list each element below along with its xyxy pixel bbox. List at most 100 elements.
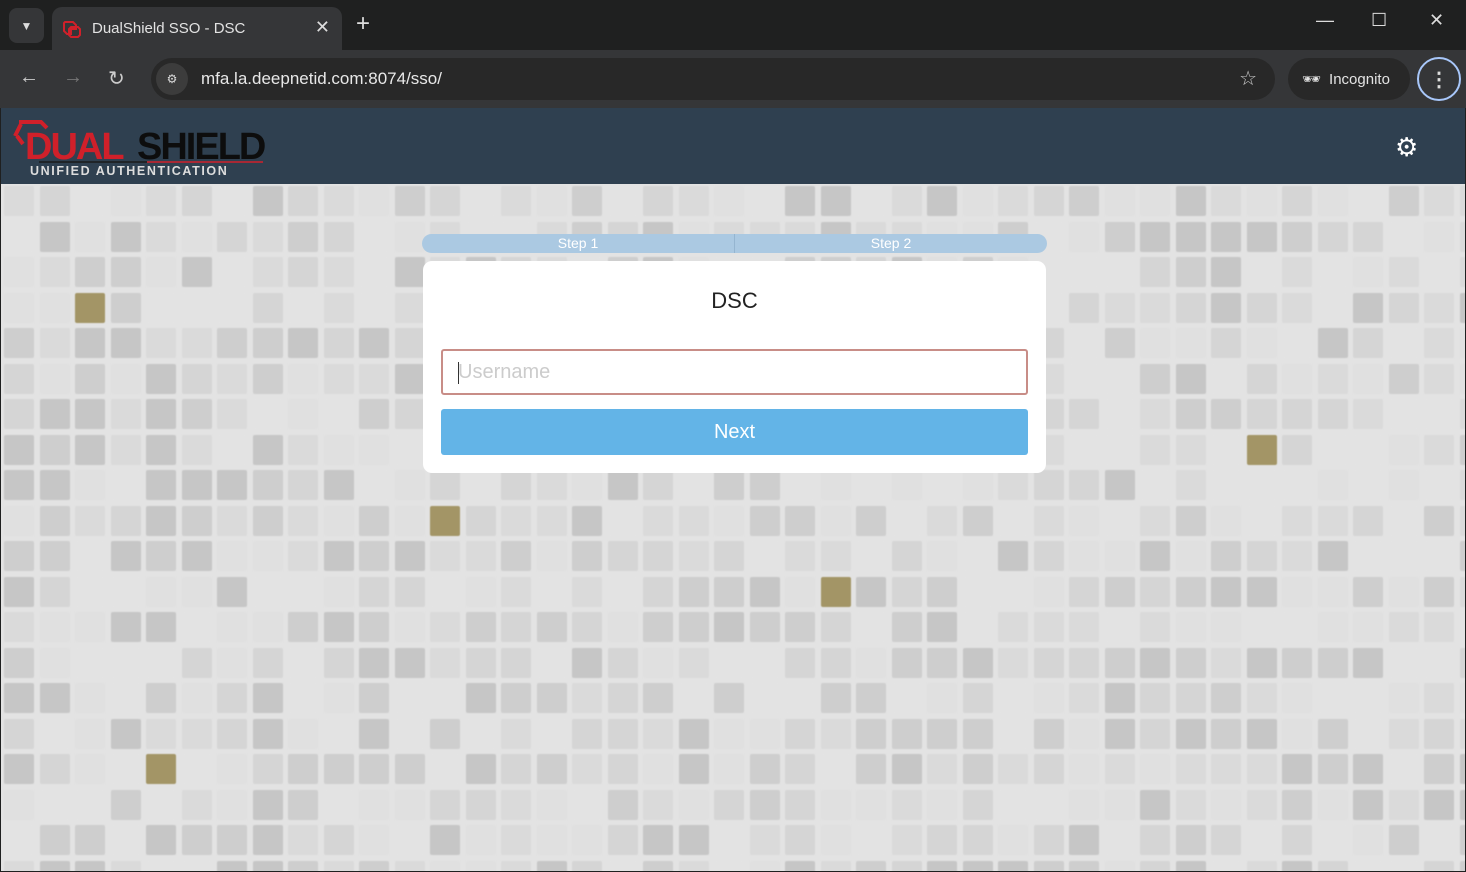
- browser-menu-button[interactable]: ⋮: [1417, 57, 1461, 101]
- minimize-button[interactable]: —: [1316, 10, 1334, 31]
- background-tile: [927, 576, 957, 607]
- background-tile: [1033, 576, 1064, 607]
- background-tile: [1246, 576, 1277, 607]
- background-tile: [856, 470, 886, 500]
- background-tile: [359, 292, 389, 323]
- background-tile: [820, 470, 851, 500]
- background-tile: [1140, 754, 1170, 784]
- background-tile: [252, 505, 283, 536]
- background-tile: [1246, 292, 1277, 323]
- settings-gear-icon[interactable]: ⚙: [1395, 134, 1418, 160]
- background-tile: [39, 434, 70, 465]
- background-tile: [288, 683, 318, 713]
- tab-search-button[interactable]: ▼: [9, 8, 44, 43]
- close-tab-icon[interactable]: ✕: [315, 17, 330, 38]
- background-tile: [714, 612, 744, 642]
- background-tile: [678, 541, 709, 571]
- background-tile: [1424, 505, 1454, 536]
- browser-tab[interactable]: DualShield SSO - DSC ✕: [52, 7, 342, 50]
- background-tile: [1388, 434, 1419, 465]
- background-tile: [181, 718, 212, 749]
- background-tile: [359, 576, 389, 607]
- background-tile: [252, 470, 283, 500]
- background-tile: [1104, 718, 1135, 749]
- background-tile: [998, 470, 1028, 500]
- reload-button[interactable]: ↻: [108, 66, 125, 91]
- background-tile: [749, 576, 780, 607]
- background-tile: [749, 683, 780, 713]
- bookmark-star-icon[interactable]: ☆: [1239, 66, 1257, 91]
- background-tile: [1282, 399, 1312, 429]
- background-tile: [1104, 257, 1135, 287]
- background-tile: [1033, 612, 1064, 642]
- background-tile: [1069, 825, 1099, 855]
- background-tile: [110, 576, 141, 607]
- new-tab-button[interactable]: +: [356, 10, 370, 38]
- background-tile: [465, 718, 496, 749]
- background-tile: [749, 789, 780, 820]
- background-tile: [181, 328, 212, 358]
- dualshield-logo: DUAL SHIELD UNIFIED AUTHENTICATION: [13, 120, 266, 178]
- background-tile: [962, 789, 993, 820]
- background-tile: [146, 754, 176, 784]
- background-tile: [1424, 647, 1454, 678]
- background-tile: [1140, 860, 1170, 871]
- background-tile: [323, 363, 354, 394]
- background-tile: [1459, 576, 1465, 607]
- background-tile: [39, 221, 70, 252]
- background-tile: [572, 541, 602, 571]
- background-tile: [394, 789, 425, 820]
- back-button[interactable]: ←: [19, 66, 39, 89]
- url-text[interactable]: mfa.la.deepnetid.com:8074/sso/: [201, 69, 442, 89]
- app-header: DUAL SHIELD UNIFIED AUTHENTICATION ⚙: [1, 108, 1465, 184]
- maximize-button[interactable]: ☐: [1371, 10, 1387, 31]
- background-tile: [998, 683, 1028, 713]
- background-tile: [891, 576, 922, 607]
- background-tile: [1104, 221, 1135, 252]
- background-tile: [998, 612, 1028, 642]
- background-tile: [146, 612, 176, 642]
- address-bar[interactable]: ⚙ mfa.la.deepnetid.com:8074/sso/ ☆: [151, 58, 1275, 100]
- background-tile: [181, 399, 212, 429]
- background-tile: [288, 647, 318, 678]
- incognito-button[interactable]: 🕶 Incognito: [1288, 58, 1410, 100]
- background-tile: [394, 328, 425, 358]
- background-tile: [1104, 612, 1135, 642]
- background-tile: [1069, 186, 1099, 216]
- background-tile: [110, 789, 141, 820]
- background-tile: [1246, 363, 1277, 394]
- close-window-button[interactable]: ✕: [1429, 10, 1444, 31]
- next-button[interactable]: Next: [441, 409, 1028, 455]
- background-tile: [1033, 825, 1064, 855]
- background-tile: [252, 718, 283, 749]
- background-tile: [1459, 718, 1465, 749]
- username-input[interactable]: Username: [441, 349, 1028, 395]
- background-tile: [891, 470, 922, 500]
- background-tile: [785, 860, 815, 871]
- background-tile: [1353, 718, 1383, 749]
- background-tile: [501, 186, 531, 216]
- background-tile: [998, 186, 1028, 216]
- background-tile: [856, 860, 886, 871]
- background-tile: [217, 576, 247, 607]
- background-tile: [1140, 186, 1170, 216]
- background-tile: [181, 470, 212, 500]
- background-tile: [891, 186, 922, 216]
- background-tile: [785, 683, 815, 713]
- background-tile: [1282, 328, 1312, 358]
- site-info-icon[interactable]: ⚙: [156, 63, 188, 95]
- background-tile: [1282, 825, 1312, 855]
- background-tile: [714, 576, 744, 607]
- background-tile: [252, 647, 283, 678]
- background-tile: [39, 860, 70, 871]
- background-tile: [4, 257, 34, 287]
- forward-button[interactable]: →: [63, 66, 83, 89]
- background-tile: [891, 718, 922, 749]
- background-tile: [1069, 647, 1099, 678]
- background-tile: [1069, 363, 1099, 394]
- background-tile: [217, 647, 247, 678]
- background-tile: [323, 860, 354, 871]
- background-tile: [501, 860, 531, 871]
- background-tile: [1246, 186, 1277, 216]
- background-tile: [4, 541, 34, 571]
